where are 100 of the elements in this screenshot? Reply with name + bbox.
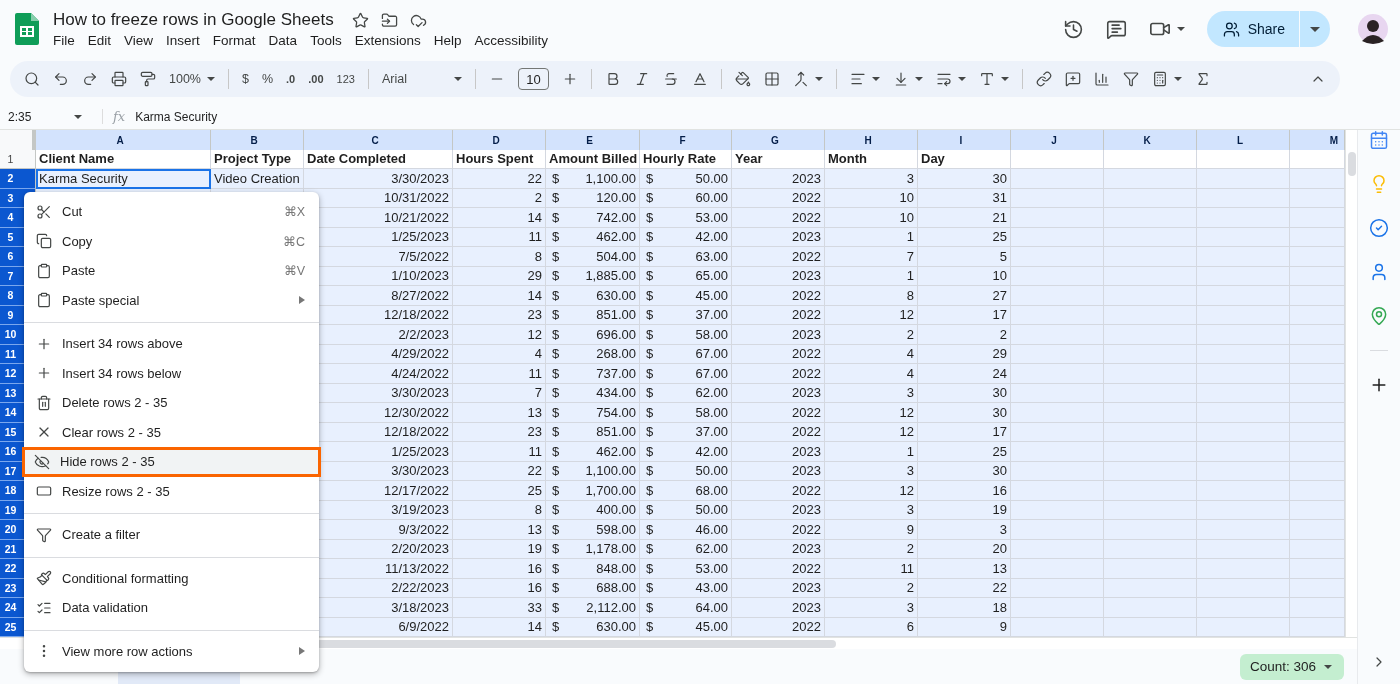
avatar[interactable] bbox=[1358, 14, 1388, 44]
column-header[interactable]: I bbox=[918, 130, 1011, 152]
text-color-icon[interactable] bbox=[691, 71, 708, 87]
merge-icon[interactable] bbox=[792, 71, 809, 87]
amount-value: 696.00 bbox=[596, 326, 636, 342]
column-header[interactable]: D bbox=[453, 130, 546, 152]
menu-item[interactable]: Data bbox=[268, 33, 298, 48]
star-icon[interactable] bbox=[351, 11, 369, 29]
count-button[interactable]: Count: 306 bbox=[1239, 653, 1344, 680]
table-cell: 2023 bbox=[732, 500, 825, 520]
menu-item[interactable]: Hide rows 2 - 35 bbox=[22, 447, 321, 477]
amount-value: 598.00 bbox=[596, 521, 636, 537]
table-cell: 17 bbox=[918, 305, 1011, 325]
person-icon[interactable] bbox=[1369, 262, 1389, 282]
calendar-icon[interactable] bbox=[1369, 130, 1389, 150]
text-rotation-icon[interactable] bbox=[978, 71, 995, 87]
table-cell: 24 bbox=[918, 364, 1011, 384]
menu-item[interactable]: Help bbox=[433, 33, 462, 48]
currency-format-button[interactable]: $ bbox=[242, 72, 249, 86]
printer-icon[interactable] bbox=[111, 71, 127, 87]
currency-symbol: $ bbox=[646, 307, 654, 323]
currency-symbol: $ bbox=[646, 619, 654, 635]
column-header[interactable]: L bbox=[1197, 130, 1290, 152]
column-header[interactable]: K bbox=[1104, 130, 1197, 152]
column-header[interactable]: H bbox=[825, 130, 918, 152]
menu-item[interactable]: Extensions bbox=[354, 33, 421, 48]
currency-symbol: $ bbox=[552, 482, 560, 498]
table-cell: 30 bbox=[918, 169, 1011, 189]
menu-item[interactable]: Edit bbox=[87, 33, 112, 48]
sheets-logo-icon[interactable] bbox=[15, 13, 39, 45]
table-cell: 19 bbox=[918, 500, 1011, 520]
currency-symbol: $ bbox=[552, 404, 560, 420]
amount-value: 58.00 bbox=[695, 404, 728, 420]
menu-item[interactable]: Format bbox=[212, 33, 256, 48]
percent-format-button[interactable]: % bbox=[261, 72, 274, 86]
add-comment-icon[interactable] bbox=[1064, 71, 1081, 87]
currency-symbol: $ bbox=[646, 248, 654, 264]
undo-icon[interactable] bbox=[53, 71, 69, 87]
filter-icon[interactable] bbox=[1122, 71, 1139, 87]
table-cell: 14 bbox=[453, 208, 546, 228]
currency-symbol: $ bbox=[552, 580, 560, 596]
paint-roller-icon[interactable] bbox=[140, 71, 156, 87]
map-pin-icon[interactable] bbox=[1369, 306, 1389, 326]
borders-icon[interactable] bbox=[763, 71, 780, 87]
menu-item[interactable]: Tools bbox=[310, 33, 342, 48]
table-cell: 1 bbox=[825, 442, 918, 462]
table-cell: 22 bbox=[918, 578, 1011, 598]
column-header[interactable]: J bbox=[1011, 130, 1104, 152]
scrollbar-thumb[interactable] bbox=[1348, 152, 1356, 176]
decrease-decimals-button[interactable]: .0 bbox=[286, 73, 296, 85]
search-icon[interactable] bbox=[24, 71, 40, 87]
zoom-dropdown[interactable]: 100% bbox=[169, 72, 215, 86]
document-title[interactable]: How to freeze rows in Google Sheets bbox=[53, 10, 334, 30]
number-format-button[interactable]: 123 bbox=[336, 73, 355, 85]
table-cell: 2022 bbox=[732, 208, 825, 228]
font-size-field[interactable]: 10 bbox=[517, 68, 549, 90]
link-icon[interactable] bbox=[1035, 71, 1052, 87]
table-cell: 22 bbox=[453, 169, 546, 189]
menu-item[interactable]: View bbox=[124, 33, 154, 48]
currency-symbol: $ bbox=[552, 209, 560, 225]
wrap-text-icon[interactable] bbox=[935, 71, 952, 87]
column-header[interactable]: F bbox=[640, 130, 732, 152]
amount-value: 1,885.00 bbox=[585, 268, 636, 284]
menu-item[interactable]: View more row actions bbox=[24, 636, 319, 666]
row-header[interactable]: 1 bbox=[0, 149, 36, 169]
table-cell: 29 bbox=[918, 344, 1011, 364]
calculator-icon[interactable] bbox=[1151, 71, 1168, 87]
align-left-icon[interactable] bbox=[849, 71, 866, 87]
redo-icon[interactable] bbox=[82, 71, 98, 87]
table-cell: 30 bbox=[918, 461, 1011, 481]
folder-icon[interactable] bbox=[380, 11, 398, 29]
paint-bucket-icon[interactable] bbox=[734, 71, 751, 87]
amount-value: 45.00 bbox=[695, 619, 728, 635]
column-header[interactable]: M bbox=[1290, 130, 1345, 152]
column-header[interactable]: E bbox=[546, 130, 640, 152]
strikethrough-icon[interactable] bbox=[662, 71, 679, 87]
table-cell: 2023 bbox=[732, 266, 825, 286]
column-header[interactable]: B bbox=[211, 130, 304, 152]
table-cell: 8 bbox=[453, 500, 546, 520]
increase-decimals-button[interactable]: .00 bbox=[308, 73, 324, 85]
chart-icon[interactable] bbox=[1093, 71, 1110, 87]
column-header[interactable]: C bbox=[304, 130, 453, 152]
comment-icon[interactable] bbox=[1105, 18, 1127, 40]
row-header[interactable]: 2 bbox=[0, 169, 36, 189]
menu-item[interactable]: Accessibility bbox=[474, 33, 548, 48]
table-cell: 16 bbox=[453, 559, 546, 579]
table-cell: 2022 bbox=[732, 286, 825, 306]
column-header[interactable]: G bbox=[732, 130, 825, 152]
check-circle-icon[interactable] bbox=[1369, 218, 1389, 238]
menu-item[interactable]: Insert bbox=[166, 33, 200, 48]
column-header[interactable]: A bbox=[36, 130, 211, 152]
font-dropdown[interactable]: Arial bbox=[381, 72, 462, 86]
scrollbar-thumb[interactable] bbox=[316, 640, 836, 648]
table-cell: 18 bbox=[918, 598, 1011, 618]
name-box[interactable]: 2:35 bbox=[0, 109, 90, 124]
amount-value: 68.00 bbox=[695, 482, 728, 498]
menu-item[interactable]: File bbox=[53, 33, 75, 48]
history-icon[interactable] bbox=[1062, 18, 1084, 40]
formula-input[interactable]: Karma Security bbox=[135, 109, 218, 124]
table-cell: 20 bbox=[918, 539, 1011, 559]
